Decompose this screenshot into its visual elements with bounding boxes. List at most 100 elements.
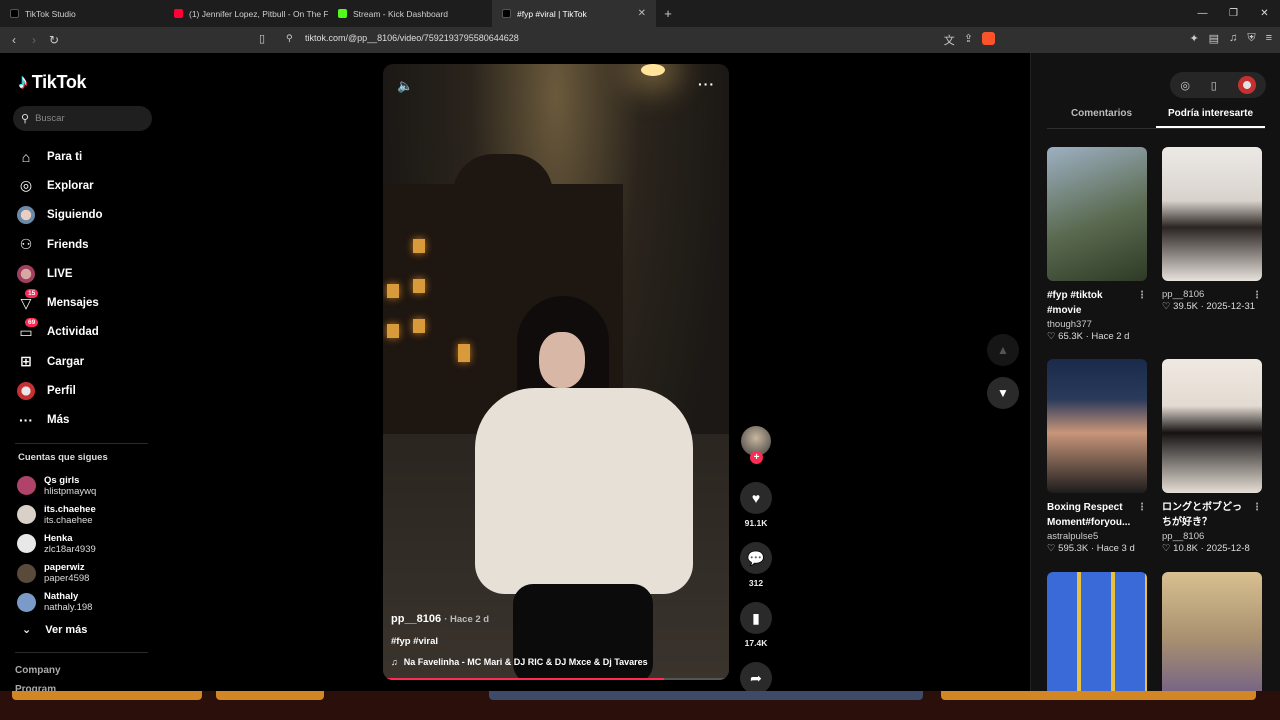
more-options-icon[interactable]: ···	[698, 76, 715, 92]
kick-icon	[338, 9, 347, 18]
menu-item-friends[interactable]: ⚇ Friends	[17, 230, 103, 259]
menu-item-cargar[interactable]: ⊞ Cargar	[17, 347, 103, 376]
video-stats: ♡ 39.5K · 2025-12-31	[1162, 301, 1256, 312]
vpn-icon[interactable]: ⛨	[1247, 32, 1255, 45]
taskbar-item[interactable]	[216, 691, 324, 700]
heart-icon[interactable]: ♥	[740, 482, 772, 514]
following-account[interactable]: Henka zlc18ar4939	[17, 529, 96, 558]
search-input[interactable]	[35, 113, 136, 124]
taskbar-item[interactable]	[941, 691, 1256, 700]
url-text[interactable]: tiktok.com/@pp__8106/video/7592193795580…	[305, 33, 519, 43]
creator-avatar[interactable]: +	[741, 426, 771, 464]
video-tags[interactable]: #fyp #viral	[391, 636, 438, 647]
action-column: + ♥91.1K 💬312 ▮17.4K ➦5948	[737, 426, 775, 708]
like-action[interactable]: ♥ 91.1K	[737, 482, 775, 528]
extensions-area: ✦ ▤ ♫ ⛨ ≡	[1189, 32, 1272, 45]
following-account[interactable]: paperwiz paper4598	[17, 559, 96, 588]
following-list: Qs girls hlistpmaywq its.chaehee its.chaeh…	[17, 471, 96, 617]
comment-action[interactable]: 💬 312	[737, 542, 775, 588]
extensions-icon[interactable]: ✦	[1189, 32, 1198, 45]
share-arrow-icon[interactable]: ➦	[740, 662, 772, 694]
tab-comentarios[interactable]: Comentarios	[1047, 108, 1156, 128]
following-account[interactable]: Nathaly nathaly.198	[17, 588, 96, 617]
video-stats: ♡ 65.3K · Hace 2 d	[1047, 331, 1130, 342]
main-menu: ⌂ Para ti ◎ Explorar Siguiendo ⚇ Friends LI…	[17, 142, 103, 435]
menu-item-para-ti[interactable]: ⌂ Para ti	[17, 142, 103, 171]
browser-tab[interactable]: TikTok Studio	[0, 0, 164, 27]
avatar	[17, 534, 36, 554]
menu-item-perfil[interactable]: Perfil	[17, 376, 103, 405]
video-music[interactable]: ♫ Na Favelinha - MC Mari & DJ RIC & DJ Mx…	[391, 657, 648, 667]
bookmark-icon[interactable]: ▮	[740, 602, 772, 634]
more-icon[interactable]: ⋮	[1252, 289, 1262, 304]
profile-avatar	[17, 382, 35, 401]
more-icon[interactable]: ⋮	[1137, 289, 1147, 304]
tab-podria-interesarte[interactable]: Podría interesarte	[1156, 108, 1265, 128]
minimize-button[interactable]: —	[1187, 0, 1218, 27]
video-thumbnail	[1162, 147, 1262, 281]
browser-tab[interactable]: (1) Jennifer Lopez, Pitbull - On The Fl	[164, 0, 328, 27]
user-avatar[interactable]	[1237, 76, 1256, 94]
following-account[interactable]: Qs girls hlistpmaywq	[17, 471, 96, 500]
right-panel: ◎ ▯ Comentarios Podría interesarte #fyp …	[1030, 53, 1280, 706]
bookmark-icon[interactable]: ▯	[259, 32, 265, 45]
search-bar[interactable]: ⚲	[13, 106, 152, 131]
street-lamp	[641, 64, 665, 76]
forward-icon[interactable]: ›	[24, 33, 44, 47]
previous-video-button[interactable]: ▲	[987, 334, 1019, 366]
follow-plus-icon[interactable]: +	[750, 451, 763, 464]
suggested-video[interactable]: #fyp #tiktok #movie ⋮ though377 ♡ 65.3K ·…	[1047, 147, 1147, 342]
share-icon[interactable]: ⇪	[964, 32, 973, 48]
sidebar: ♪TikTok ⚲ ⌂Para ti ◎Explorar Siguiendo ⚇…	[0, 53, 165, 695]
comment-icon[interactable]: 💬	[740, 542, 772, 574]
save-action[interactable]: ▮ 17.4K	[737, 602, 775, 648]
see-more-button[interactable]: ⌄ Ver más	[22, 623, 87, 637]
tab-title: #fyp #viral | TikTok	[517, 8, 587, 19]
company-link[interactable]: Company	[15, 665, 61, 676]
device-icon[interactable]: ▯	[1211, 79, 1217, 92]
video-thumbnail	[1162, 572, 1262, 706]
browser-tab-bar: TikTok Studio (1) Jennifer Lopez, Pitbul…	[0, 0, 1280, 27]
new-tab-button[interactable]: +	[656, 6, 680, 21]
suggested-video[interactable]	[1047, 572, 1147, 706]
more-icon[interactable]: ⋮	[1252, 501, 1262, 516]
activity-badge: 69	[25, 318, 39, 328]
close-window-button[interactable]: ✕	[1249, 0, 1280, 27]
menu-item-live[interactable]: LIVE	[17, 259, 103, 288]
media-icon[interactable]: ♫	[1229, 32, 1237, 45]
taskbar-item[interactable]	[12, 691, 202, 700]
restore-button[interactable]: ❐	[1218, 0, 1249, 27]
menu-item-siguiendo[interactable]: Siguiendo	[17, 201, 103, 230]
video-player[interactable]: 🔈 ··· pp__8106 · Hace 2 d #fyp #viral ♫ N…	[383, 64, 729, 680]
video-progress-bar[interactable]	[387, 678, 725, 680]
sidebar-icon[interactable]: ▤	[1209, 32, 1219, 45]
tiktok-logo[interactable]: ♪ TikTok	[18, 71, 87, 94]
divider	[15, 652, 148, 653]
site-info-icon[interactable]: ⚲	[286, 33, 293, 44]
suggested-video[interactable]: Boxing Respect Moment#foryou... ⋮ astralp…	[1047, 359, 1147, 554]
following-avatar	[17, 206, 35, 225]
brave-shield-icon[interactable]	[982, 32, 995, 45]
more-icon[interactable]: ⋮	[1137, 501, 1147, 516]
video-title: ロングとボブどっちが好き？ ⋮	[1162, 501, 1262, 528]
menu-item-mas[interactable]: ··· Más	[17, 406, 103, 435]
video-author[interactable]: pp__8106 · Hace 2 d	[391, 613, 489, 625]
browser-tab[interactable]: Stream - Kick Dashboard	[328, 0, 492, 27]
suggested-video[interactable]: ⋮ pp__8106 ♡ 39.5K · 2025-12-31	[1162, 147, 1262, 312]
menu-item-explorar[interactable]: ◎ Explorar	[17, 171, 103, 200]
suggested-video[interactable]: ロングとボブどっちが好き？ ⋮ pp__8106 ♡ 10.8K · 2025-1…	[1162, 359, 1262, 554]
close-tab-icon[interactable]: ✕	[638, 8, 646, 19]
translate-icon[interactable]: 文	[944, 32, 955, 48]
next-video-button[interactable]: ▼	[987, 377, 1019, 409]
volume-icon[interactable]: 🔈	[397, 78, 413, 94]
menu-item-actividad[interactable]: ▭ 69 Actividad	[17, 318, 103, 347]
reload-icon[interactable]: ↻	[44, 33, 64, 47]
browser-tab-active[interactable]: #fyp #viral | TikTok ✕	[492, 0, 656, 27]
suggested-video[interactable]	[1162, 572, 1262, 706]
back-icon[interactable]: ‹	[4, 33, 24, 47]
coin-icon[interactable]: ◎	[1180, 79, 1190, 92]
following-account[interactable]: its.chaehee its.chaehee	[17, 500, 96, 529]
taskbar-item[interactable]	[489, 691, 923, 700]
menu-icon[interactable]: ≡	[1266, 32, 1272, 45]
menu-item-mensajes[interactable]: ▽ 15 Mensajes	[17, 288, 103, 317]
